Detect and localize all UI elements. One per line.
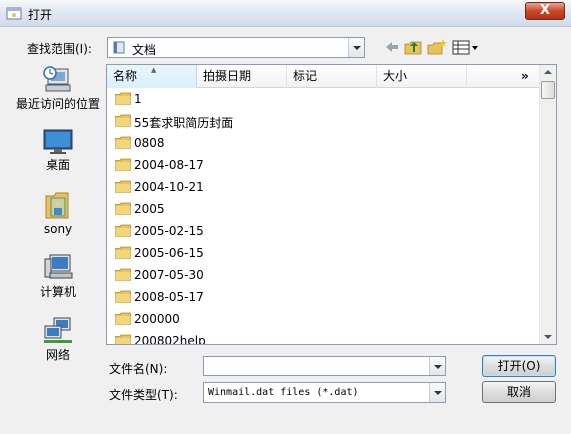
place-computer[interactable]: 计算机	[14, 253, 102, 299]
list-item[interactable]: 2005	[107, 198, 307, 220]
column-header-date[interactable]: 拍摄日期	[197, 65, 287, 88]
open-button[interactable]: 打开(O)	[482, 355, 556, 377]
column-header-name[interactable]: ▲ 名称	[107, 65, 197, 88]
folder-icon	[115, 334, 131, 344]
recent-places-icon	[43, 66, 71, 92]
place-desktop[interactable]: 桌面	[14, 128, 102, 172]
file-name: 2004-08-17	[134, 158, 204, 172]
chevron-down-icon[interactable]	[348, 38, 364, 57]
up-one-level-icon[interactable]	[404, 38, 422, 56]
views-menu-icon[interactable]	[452, 38, 480, 56]
file-name: 200802help	[134, 334, 206, 345]
file-name: 55套求职简历封面	[134, 116, 234, 130]
open-dialog-icon	[6, 7, 22, 20]
place-recent[interactable]: 最近访问的位置	[14, 65, 102, 111]
back-arrow-icon[interactable]	[384, 38, 400, 56]
place-network-label: 网络	[45, 348, 70, 362]
list-header: ▲ 名称 拍摄日期 标记 大小 »	[107, 65, 540, 88]
more-columns-button[interactable]: »	[517, 65, 540, 88]
file-name: 200000	[134, 312, 180, 326]
list-item[interactable]: 2005-06-15	[107, 242, 307, 264]
file-name: 2005-02-15	[134, 224, 204, 238]
filetype-select[interactable]: Winmail.dat files (*.dat)	[203, 382, 446, 403]
place-recent-label: 最近访问的位置	[15, 97, 100, 111]
column-header-size[interactable]: 大小	[377, 65, 467, 88]
list-item[interactable]: 200802help	[107, 330, 307, 345]
chevron-down-icon[interactable]	[429, 357, 445, 375]
desktop-icon	[43, 129, 73, 154]
list-item[interactable]: 2004-10-21	[107, 176, 307, 198]
folder-icon	[115, 136, 131, 149]
lookin-label: 查找范围(I):	[27, 42, 92, 56]
folder-icon	[115, 290, 131, 303]
folder-icon	[115, 246, 131, 259]
documents-folder-icon	[113, 41, 125, 54]
vertical-scrollbar[interactable]	[539, 65, 556, 344]
place-desktop-label: 桌面	[45, 158, 70, 172]
folder-icon	[115, 224, 131, 237]
list-item[interactable]: 2007-05-30	[107, 264, 307, 286]
list-item[interactable]: 2005-02-15	[107, 220, 307, 242]
list-item[interactable]: 0808	[107, 132, 307, 154]
lookin-value: 文档	[132, 43, 157, 57]
window-title: 打开	[28, 8, 53, 22]
list-item[interactable]: 2008-05-17	[107, 286, 307, 308]
list-item[interactable]: 1	[107, 88, 307, 110]
folder-icon	[115, 180, 131, 193]
file-name: 2007-05-30	[134, 268, 204, 282]
title-bar: 打开 X	[0, 0, 571, 27]
chevron-down-icon[interactable]	[429, 383, 445, 402]
lookin-combo[interactable]: 文档	[107, 37, 365, 58]
user-folder-icon	[45, 192, 69, 219]
file-name: 1	[134, 92, 142, 106]
scroll-up-icon[interactable]	[544, 70, 552, 74]
filename-input[interactable]	[203, 356, 446, 376]
create-new-folder-icon[interactable]	[427, 38, 447, 56]
folder-icon	[115, 92, 131, 105]
cancel-button[interactable]: 取消	[482, 381, 556, 403]
column-header-tags[interactable]: 标记	[287, 65, 377, 88]
file-list[interactable]: ▲ 名称 拍摄日期 标记 大小 » 1 55套求职简历封面 0808 2004-08-…	[106, 64, 557, 345]
computer-icon	[44, 254, 73, 279]
place-sony-label: sony	[43, 222, 73, 236]
list-item[interactable]: 2004-08-17	[107, 154, 307, 176]
close-button[interactable]: X	[525, 2, 565, 20]
folder-icon	[115, 158, 131, 171]
sort-ascending-icon: ▲	[151, 66, 157, 74]
folder-icon	[115, 114, 131, 127]
scroll-down-icon[interactable]	[544, 335, 552, 339]
file-name: 2005-06-15	[134, 246, 204, 260]
place-sony[interactable]: sony	[14, 190, 102, 236]
file-name: 0808	[134, 136, 165, 150]
file-name: 2005	[134, 202, 165, 216]
place-computer-label: 计算机	[39, 285, 76, 299]
place-network[interactable]: 网络	[14, 316, 102, 362]
folder-icon	[115, 202, 131, 215]
scroll-thumb[interactable]	[541, 81, 555, 99]
file-rows: 1 55套求职简历封面 0808 2004-08-17 2004-10-21 2005 20…	[107, 88, 307, 345]
file-name: 2004-10-21	[134, 180, 204, 194]
list-item[interactable]: 200000	[107, 308, 307, 330]
filetype-label: 文件类型(T):	[109, 388, 178, 402]
folder-icon	[115, 312, 131, 325]
network-icon	[44, 317, 72, 343]
list-item[interactable]: 55套求职简历封面	[107, 110, 307, 132]
file-name: 2008-05-17	[134, 290, 204, 304]
filename-label: 文件名(N):	[109, 362, 168, 376]
folder-icon	[115, 268, 131, 281]
filetype-value: Winmail.dat files (*.dat)	[208, 387, 359, 398]
